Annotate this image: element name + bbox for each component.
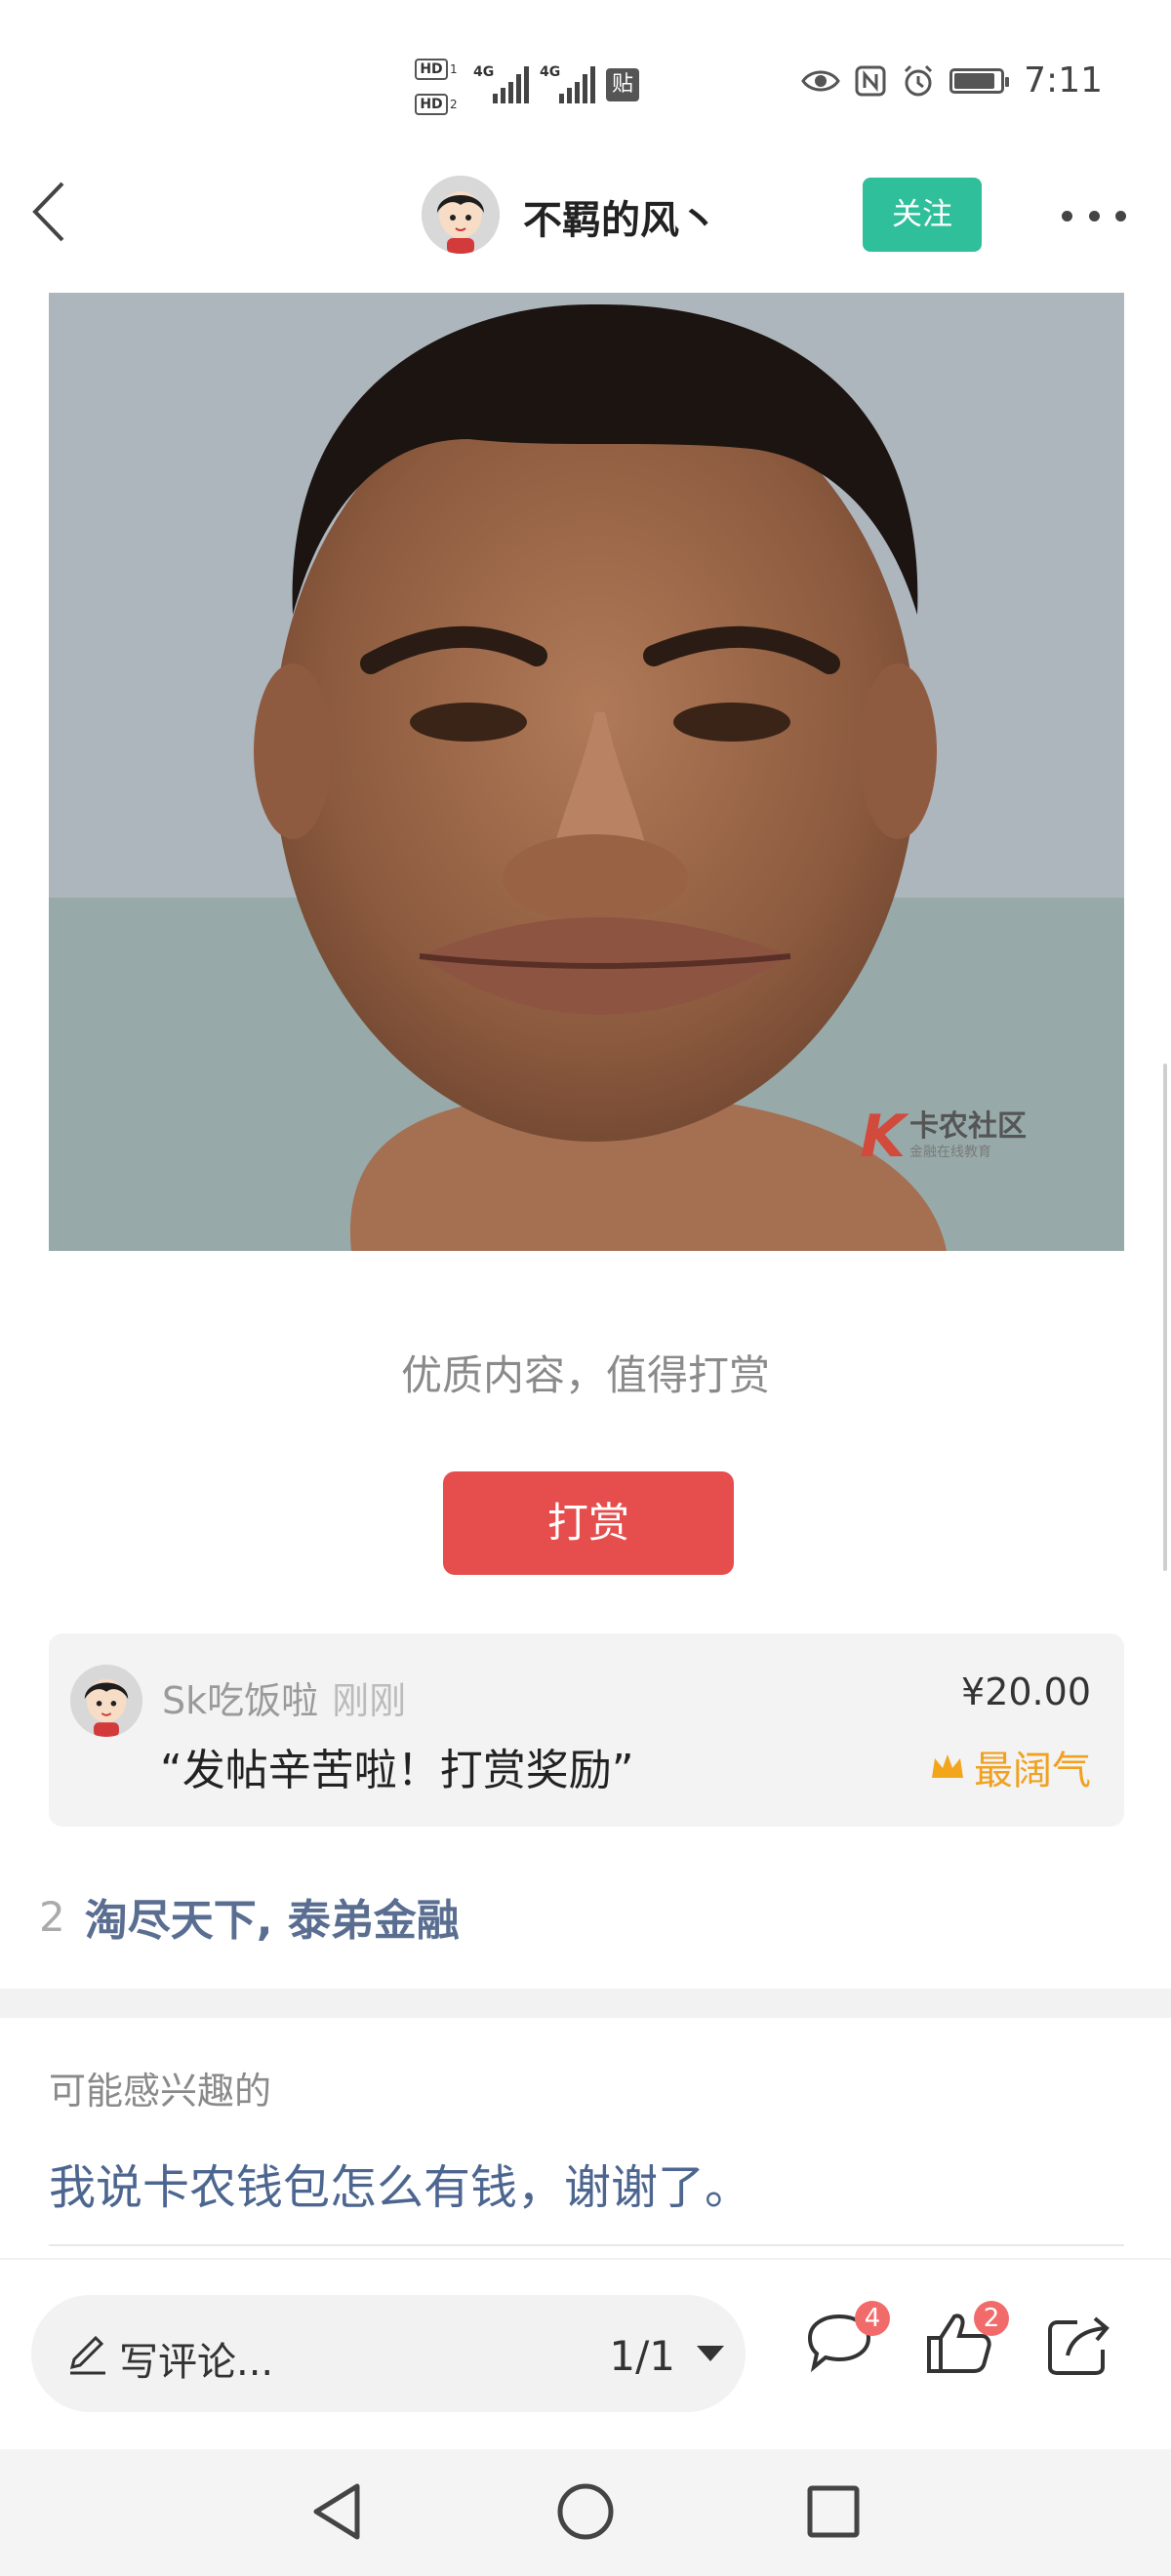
nav-recents-button[interactable] — [792, 2471, 874, 2553]
network2-label: 4G — [540, 64, 561, 80]
watermark-subtext: 金融在线教育 — [909, 1145, 991, 1160]
watermark-text: 卡农社区 — [909, 1109, 1027, 1144]
system-navigation-bar — [0, 2449, 1171, 2576]
nfc-icon — [855, 65, 886, 96]
back-button[interactable] — [25, 178, 74, 246]
comment-input[interactable]: 写评论... 1/1 — [31, 2295, 746, 2412]
triangle-back-icon — [313, 2483, 360, 2540]
user-signature: 2 淘尽天下, 泰弟金融 — [39, 1885, 460, 1948]
tip-amount: ¥20.00 — [961, 1670, 1091, 1713]
hd1-badge: HD — [415, 59, 448, 80]
cartoon-avatar-icon — [70, 1665, 142, 1737]
follow-button[interactable]: 关注 — [863, 178, 982, 252]
pencil-icon — [69, 2335, 105, 2375]
watermark-logo-icon: K — [860, 1103, 907, 1171]
section-divider — [0, 1989, 1171, 2018]
tipper-avatar[interactable] — [70, 1665, 142, 1737]
clock: 7:11 — [1024, 60, 1103, 101]
comment-placeholder: 写评论... — [119, 2340, 274, 2385]
hd2-badge: HD — [415, 94, 448, 115]
tieba-app-icon: 贴 — [606, 68, 639, 101]
status-right: 7:11 — [801, 60, 1103, 101]
hd1-sub: 1 — [450, 62, 458, 76]
like-button[interactable]: 2 — [919, 2301, 1009, 2385]
dot-icon — [1115, 210, 1126, 221]
signature-number: 2 — [39, 1892, 65, 1941]
signature-text: 淘尽天下, 泰弟金融 — [84, 1896, 460, 1946]
share-icon — [1048, 2316, 1110, 2375]
bottom-action-bar: 写评论... 1/1 4 2 — [0, 2258, 1171, 2451]
comment-count-badge: 4 — [855, 2301, 890, 2336]
more-options-button[interactable] — [1062, 191, 1126, 240]
dot-icon — [1088, 210, 1100, 221]
author-name[interactable]: 不羁的风丶 — [523, 188, 718, 245]
signal-bars-1-icon — [493, 66, 529, 103]
divider — [49, 2244, 1124, 2246]
dropdown-caret-icon[interactable] — [697, 2346, 724, 2361]
eye-icon — [801, 70, 840, 91]
dot-icon — [1062, 210, 1072, 221]
post-photo[interactable]: K 卡农社区 金融在线教育 — [49, 293, 1124, 1251]
tip-record-card[interactable]: Sk吃饭啦 刚刚 “发帖辛苦啦！打赏奖励” ¥20.00 最阔气 — [49, 1633, 1124, 1827]
hd2-sub: 2 — [450, 98, 458, 111]
reward-button[interactable]: 打赏 — [443, 1471, 734, 1575]
top-tipper-badge: 最阔气 — [929, 1739, 1091, 1795]
watermark: K 卡农社区 金融在线教育 — [861, 1103, 1028, 1171]
battery-icon — [949, 67, 1010, 94]
nav-home-button[interactable] — [545, 2471, 626, 2553]
status-bar: HD 1 HD 2 4G 4G 贴 7:11 — [0, 0, 1171, 166]
tip-time: 刚刚 — [332, 1679, 407, 1722]
top-tipper-label: 最阔气 — [974, 1749, 1091, 1793]
alarm-icon — [905, 64, 933, 96]
square-recents-icon — [807, 2485, 860, 2538]
signal-bars-2-icon — [559, 66, 595, 103]
share-button[interactable] — [1038, 2303, 1120, 2385]
circle-home-icon — [557, 2483, 614, 2540]
crown-icon — [932, 1754, 963, 1778]
tipper-name[interactable]: Sk吃饭啦 — [162, 1679, 318, 1722]
like-count-badge: 2 — [974, 2301, 1009, 2336]
comments-button[interactable]: 4 — [796, 2301, 890, 2385]
tipper-info: Sk吃饭啦 刚刚 — [162, 1670, 406, 1724]
page-indicator[interactable]: 1/1 — [609, 2332, 675, 2380]
cartoon-avatar-icon — [422, 176, 500, 254]
tip-message: “发帖辛苦啦！打赏奖励” — [160, 1746, 634, 1795]
scrollbar[interactable] — [1163, 1064, 1167, 1571]
back-chevron-icon — [32, 181, 64, 242]
nav-back-button[interactable] — [299, 2471, 381, 2553]
network1-label: 4G — [473, 64, 495, 80]
recommended-post-link[interactable]: 我说卡农钱包怎么有钱，谢谢了。 — [49, 2149, 751, 2217]
reward-prompt: 优质内容，值得打赏 — [400, 1351, 770, 1399]
author-avatar[interactable] — [422, 176, 500, 254]
recommendations-title: 可能感兴趣的 — [49, 2070, 272, 2113]
